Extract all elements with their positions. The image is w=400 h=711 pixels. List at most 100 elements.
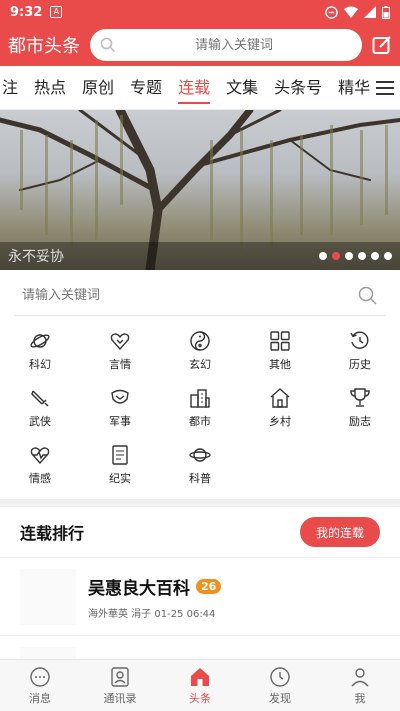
tab-item[interactable]: 原创 (74, 66, 122, 109)
battery-icon (382, 5, 390, 19)
tab-item[interactable]: 专题 (122, 66, 170, 109)
serial-search-bar[interactable] (14, 276, 386, 316)
carousel-dot[interactable] (319, 252, 327, 260)
planet-icon (30, 333, 50, 348)
item-count-badge: 26 (196, 578, 222, 594)
category-label: 军事 (109, 414, 131, 428)
heart-pulse-icon (30, 446, 50, 464)
my-serials-button[interactable]: 我的连载 (299, 517, 380, 547)
section-divider (0, 499, 400, 507)
category-item[interactable]: 情感 (0, 436, 80, 493)
category-item[interactable]: 励志 (320, 379, 400, 436)
tab-item[interactable]: 文集 (218, 66, 266, 109)
carousel-dot[interactable] (384, 252, 392, 260)
item-text: 吴惠良大百科 26 海外華英 涓子 01-25 06:44 (88, 574, 222, 620)
profile-icon (351, 667, 369, 686)
status-time: 9:32 (10, 4, 43, 20)
app-header: 都市头条 (0, 24, 400, 66)
category-item[interactable]: 纪实 (80, 436, 160, 493)
tabbar-label: 消息 (29, 691, 51, 705)
tab-item[interactable]: 注 (0, 66, 26, 109)
category-item[interactable]: 都市 (160, 379, 240, 436)
category-label: 励志 (349, 414, 371, 428)
search-icon[interactable] (358, 286, 378, 306)
yinyang-icon (190, 330, 210, 351)
tabs-menu-button[interactable] (370, 66, 400, 109)
category-item[interactable]: 其他 (240, 322, 320, 379)
saturn-icon (189, 447, 211, 462)
book-icon (112, 444, 128, 465)
tabbar-label: 我 (354, 691, 366, 705)
category-item[interactable]: 言情 (80, 322, 160, 379)
item-title-row: 吴惠良大百科 26 (88, 574, 222, 599)
tab-item[interactable]: 连载 (170, 66, 218, 109)
tabbar-item[interactable]: 头条 (160, 660, 240, 711)
house-icon (270, 387, 290, 408)
message-icon (30, 666, 50, 687)
ranking-header: 连载排行 我的连载 (0, 507, 400, 557)
category-label: 其他 (269, 357, 291, 371)
home-icon (191, 667, 209, 686)
tabbar-item[interactable]: 消息 (0, 660, 80, 711)
search-bar[interactable] (90, 29, 362, 61)
search-input[interactable] (116, 37, 352, 53)
category-label: 乡村 (269, 414, 291, 428)
sword-icon (31, 390, 49, 406)
banner-caption-bar: 永不妥协 (0, 242, 400, 270)
ranking-title: 连载排行 (20, 524, 85, 543)
buildings-icon (190, 388, 210, 408)
carousel-dots (319, 252, 392, 260)
category-label: 玄幻 (189, 357, 211, 371)
category-label: 科普 (189, 471, 211, 485)
category-item[interactable]: 历史 (320, 322, 400, 379)
tabbar-label: 通讯录 (103, 691, 137, 705)
tab-item[interactable]: 头条号 (266, 66, 330, 109)
military-icon (111, 389, 129, 404)
serial-search-input[interactable] (22, 288, 358, 303)
trophy-icon (350, 387, 370, 407)
category-label: 情感 (29, 471, 51, 485)
compose-icon[interactable] (372, 35, 392, 55)
category-label: 言情 (109, 357, 131, 371)
banner-carousel[interactable]: 永不妥协 (0, 110, 400, 270)
item-title: 吴惠良大百科 (88, 578, 190, 599)
tab-item[interactable]: 热点 (26, 66, 74, 109)
discover-icon (270, 666, 290, 687)
bottom-tab-bar: 消息 通讯录 头条 发现 我 (0, 659, 400, 711)
category-label: 科幻 (29, 357, 51, 371)
tabbar-item[interactable]: 通讯录 (80, 660, 160, 711)
carousel-dot[interactable] (358, 252, 366, 260)
dnd-icon (325, 5, 338, 19)
category-item[interactable]: 军事 (80, 379, 160, 436)
banner-caption: 永不妥协 (8, 249, 64, 265)
category-grid: 科幻 言情 玄幻 其他 历史武侠 军事 都市 乡村 励志情感 纪实 科普 (0, 316, 400, 493)
category-label: 历史 (349, 357, 371, 371)
carousel-dot[interactable] (332, 252, 340, 260)
notification-icon: A (50, 6, 63, 18)
carousel-dot[interactable] (345, 252, 353, 260)
category-item[interactable]: 科幻 (0, 322, 80, 379)
carousel-dot[interactable] (371, 252, 379, 260)
tabbar-label: 发现 (269, 691, 291, 705)
category-label: 纪实 (109, 471, 131, 485)
list-item[interactable]: 吴惠良大百科 26 海外華英 涓子 01-25 06:44 (0, 557, 400, 635)
tabbar-label: 头条 (189, 691, 211, 705)
category-item[interactable]: 科普 (160, 436, 240, 493)
status-icons (325, 5, 390, 19)
tabbar-item[interactable]: 我 (320, 660, 400, 711)
grid-icon (270, 330, 290, 351)
search-icon (100, 37, 116, 53)
menu-icon (376, 81, 394, 95)
category-item[interactable]: 乡村 (240, 379, 320, 436)
category-label: 都市 (189, 414, 211, 428)
item-meta: 海外華英 涓子 01-25 06:44 (88, 608, 216, 620)
status-bar: 9:32 A (0, 0, 400, 24)
contacts-icon (111, 666, 129, 687)
app-title: 都市头条 (8, 36, 80, 57)
signal-icon (364, 6, 376, 18)
category-item[interactable]: 玄幻 (160, 322, 240, 379)
history-icon (350, 331, 369, 349)
category-item[interactable]: 武侠 (0, 379, 80, 436)
category-tabs: 注热点 原创 专题 连载 文集 头条号 精华 (0, 66, 400, 110)
tabbar-item[interactable]: 发现 (240, 660, 320, 711)
